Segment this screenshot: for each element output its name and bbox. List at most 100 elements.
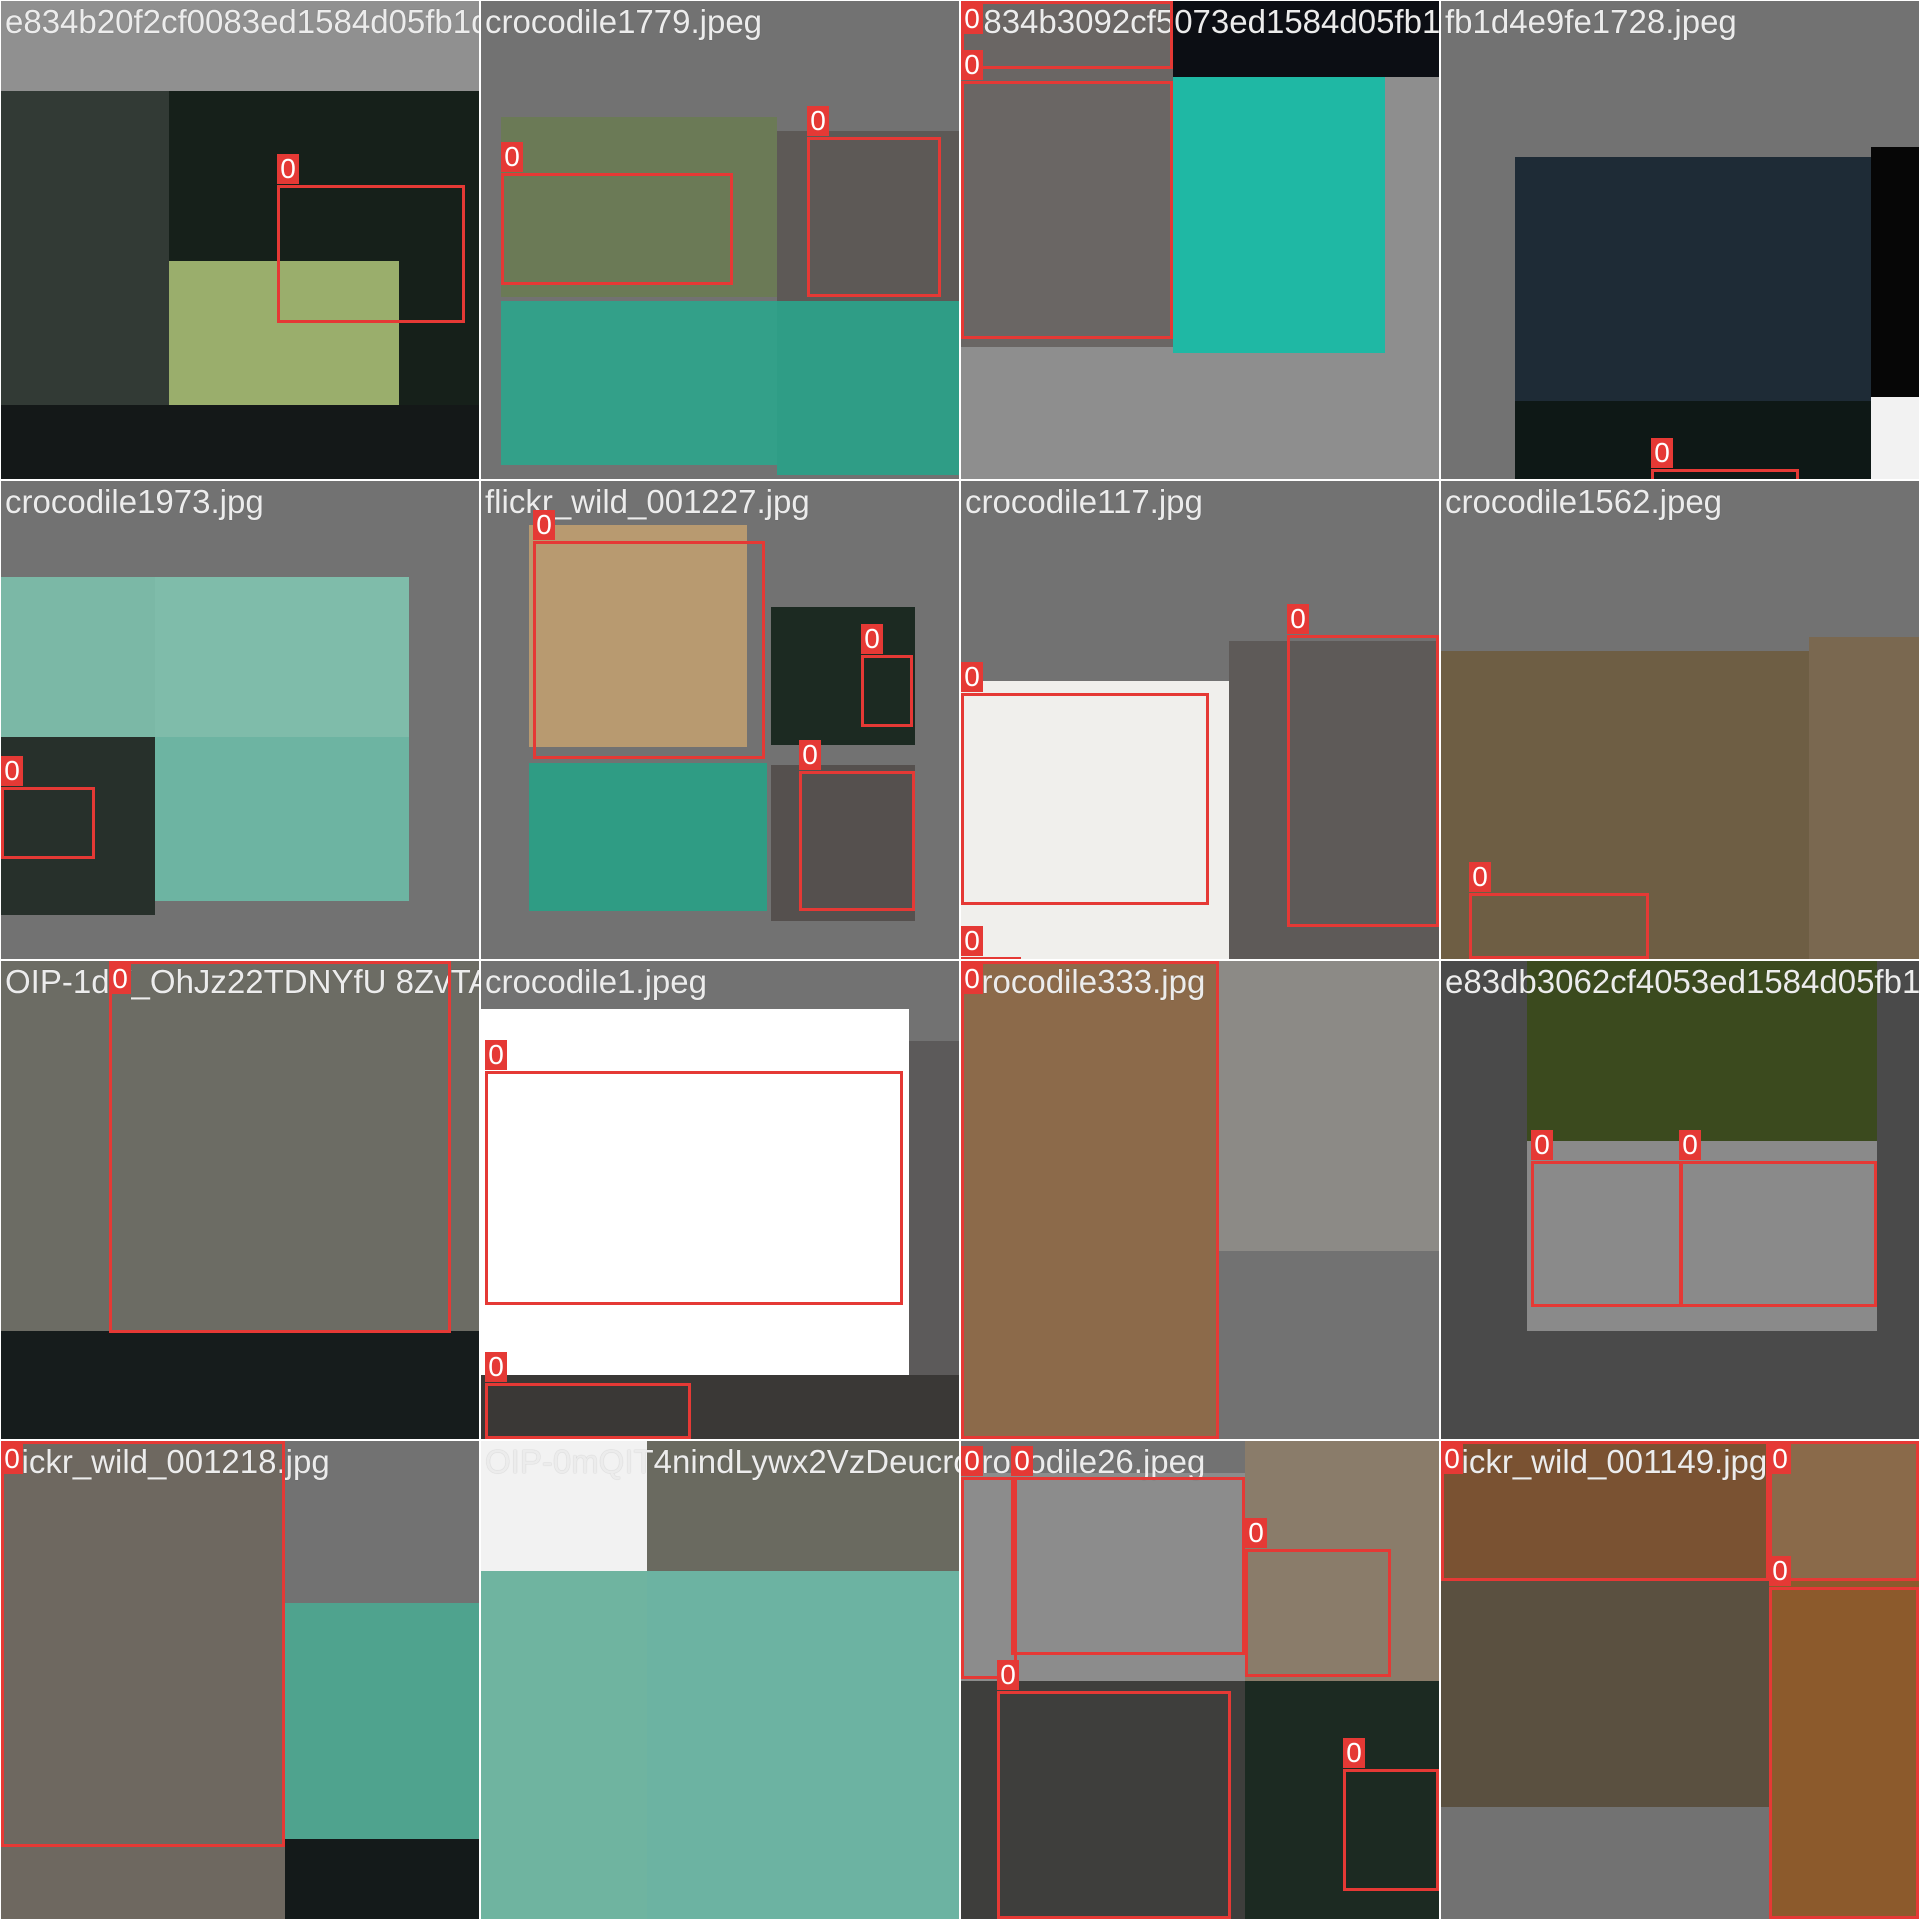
bounding-box: 0 bbox=[1679, 1130, 1877, 1307]
photo-region bbox=[1219, 961, 1439, 1251]
tile-filename: crocodile1.jpeg bbox=[485, 963, 707, 1000]
bounding-box: 0 bbox=[1769, 1441, 1919, 1581]
class-label: 0 bbox=[109, 964, 131, 994]
class-label: 0 bbox=[1343, 1738, 1365, 1768]
tile-filename: crocodile26.jpeg bbox=[965, 1443, 1206, 1480]
class-label: 0 bbox=[1011, 1446, 1033, 1476]
class-label: 0 bbox=[961, 964, 983, 994]
bounding-box: 0 bbox=[1469, 862, 1649, 959]
bounding-box: 0 bbox=[485, 1040, 903, 1305]
tile-filename: crocodile1973.jpg bbox=[5, 483, 264, 520]
class-label: 0 bbox=[1531, 1130, 1553, 1160]
photo-region bbox=[1, 1331, 479, 1439]
photo-region bbox=[777, 301, 959, 475]
class-label: 0 bbox=[861, 624, 883, 654]
photo-region bbox=[481, 1571, 647, 1919]
class-label: 0 bbox=[997, 1660, 1019, 1690]
tile-filename: fb1d4e9fe1728.jpeg bbox=[1445, 3, 1737, 40]
mosaic-tile: e83db3062cf4053ed1584d05fb1d4e9fe1779ejp… bbox=[1441, 961, 1919, 1439]
tile-filename: OIP-0mQIT4nindLywx2VzDeucrocodile126.jpe… bbox=[485, 1443, 959, 1480]
bounding-box: 0 bbox=[1011, 1446, 1245, 1655]
class-label: 0 bbox=[961, 4, 983, 34]
mosaic-tile: fb1d4e9fe1728.jpeg 0 bbox=[1441, 1, 1919, 479]
class-label: 0 bbox=[961, 926, 983, 956]
bounding-box: 0 bbox=[1769, 1556, 1919, 1919]
class-label: 0 bbox=[1651, 438, 1673, 468]
bounding-box: 0 bbox=[861, 624, 913, 727]
bounding-box: 0 bbox=[961, 926, 1021, 959]
mosaic-grid: e834b20f2cf0083ed1584d05fb1d4e9fe1779ejp… bbox=[0, 0, 1920, 1920]
class-label: 0 bbox=[485, 1040, 507, 1070]
bounding-box: 0 bbox=[1343, 1738, 1439, 1891]
photo-region bbox=[647, 1571, 959, 1919]
mosaic-tile: crocodile1779.jpeg 0 0 bbox=[481, 1, 959, 479]
tile-filename: crocodile1562.jpeg bbox=[1445, 483, 1723, 520]
photo-region bbox=[155, 737, 409, 901]
bounding-box: 0 bbox=[1287, 604, 1439, 927]
class-label: 0 bbox=[1, 756, 23, 786]
bounding-box: 0 bbox=[961, 1, 1173, 69]
class-label: 0 bbox=[1441, 1444, 1463, 1474]
class-label: 0 bbox=[1, 1444, 23, 1474]
tile-filename: e834b20f2cf0083ed1584d05fb1d4e9fe1779ejp… bbox=[5, 3, 479, 40]
class-label: 0 bbox=[533, 510, 555, 540]
class-label: 0 bbox=[1245, 1518, 1267, 1548]
mosaic-tile: e834b20f2cf0083ed1584d05fb1d4e9fe1779ejp… bbox=[1, 1, 479, 479]
mosaic-tile: crocodile117.jpg 0 0 0 bbox=[961, 481, 1439, 959]
class-label: 0 bbox=[277, 154, 299, 184]
bounding-box: 0 bbox=[799, 740, 915, 911]
mosaic-tile: e834b3092cf5073ed1584d05fb1d4e9fe1779ejp… bbox=[961, 1, 1439, 479]
bounding-box: 0 bbox=[1651, 438, 1799, 479]
class-label: 0 bbox=[485, 1352, 507, 1382]
photo-region bbox=[1809, 637, 1919, 959]
mosaic-tile: OIP-0mQIT4nindLywx2VzDeucrocodile126.jpe… bbox=[481, 1441, 959, 1919]
class-label: 0 bbox=[1469, 862, 1491, 892]
bounding-box: 0 bbox=[1, 756, 95, 859]
mosaic-tile: crocodile1562.jpeg 0 bbox=[1441, 481, 1919, 959]
class-label: 0 bbox=[1287, 604, 1309, 634]
class-label: 0 bbox=[961, 50, 983, 80]
photo-region bbox=[529, 763, 767, 911]
class-label: 0 bbox=[1679, 1130, 1701, 1160]
mosaic-tile: flickr_wild_001218.jpg 0 bbox=[1, 1441, 479, 1919]
bounding-box: 0 bbox=[501, 142, 733, 285]
photo-region bbox=[1515, 157, 1871, 401]
class-label: 0 bbox=[799, 740, 821, 770]
bounding-box: 0 bbox=[961, 50, 1173, 339]
bounding-box: 0 bbox=[1531, 1130, 1683, 1307]
photo-region bbox=[1441, 1581, 1769, 1807]
photo-region bbox=[155, 577, 409, 737]
class-label: 0 bbox=[961, 1446, 983, 1476]
bounding-box: 0 bbox=[1245, 1518, 1391, 1677]
photo-region bbox=[1, 577, 155, 737]
photo-region bbox=[1, 91, 169, 405]
bounding-box: 0 bbox=[1, 1441, 285, 1847]
mosaic-tile: flickr_wild_001227.jpg 0 0 0 bbox=[481, 481, 959, 959]
bounding-box: 0 bbox=[997, 1660, 1231, 1919]
photo-region bbox=[1871, 397, 1919, 479]
photo-region bbox=[909, 1041, 959, 1375]
class-label: 0 bbox=[961, 662, 983, 692]
class-label: 0 bbox=[807, 106, 829, 136]
bounding-box: 0 bbox=[961, 1446, 1017, 1679]
class-label: 0 bbox=[501, 142, 523, 172]
bounding-box: 0 bbox=[807, 106, 941, 297]
mosaic-tile: crocodile26.jpeg 0 0 0 0 0 bbox=[961, 1441, 1439, 1919]
class-label: 0 bbox=[1769, 1556, 1791, 1586]
photo-region bbox=[1173, 77, 1385, 353]
photo-region bbox=[285, 1603, 479, 1839]
tile-filename: e83db3062cf4053ed1584d05fb1d4e9fe1779ejp… bbox=[1445, 963, 1919, 1000]
photo-region bbox=[285, 1839, 479, 1919]
bounding-box: 0 bbox=[109, 961, 451, 1333]
photo-region bbox=[501, 301, 777, 465]
bounding-box: 0 bbox=[961, 961, 1219, 1439]
mosaic-tile: crocodile1.jpeg 0 0 bbox=[481, 961, 959, 1439]
photo-region bbox=[1515, 401, 1871, 479]
mosaic-tile: crocodile1973.jpg 0 bbox=[1, 481, 479, 959]
photo-region bbox=[1871, 147, 1919, 397]
tile-filename: crocodile1779.jpeg bbox=[485, 3, 763, 40]
mosaic-tile: flickr_wild_001149.jpg 0 0 0 bbox=[1441, 1441, 1919, 1919]
mosaic-tile: crocodile333.jpg 0 bbox=[961, 961, 1439, 1439]
photo-region bbox=[1, 405, 479, 479]
bounding-box: 0 bbox=[961, 662, 1209, 905]
